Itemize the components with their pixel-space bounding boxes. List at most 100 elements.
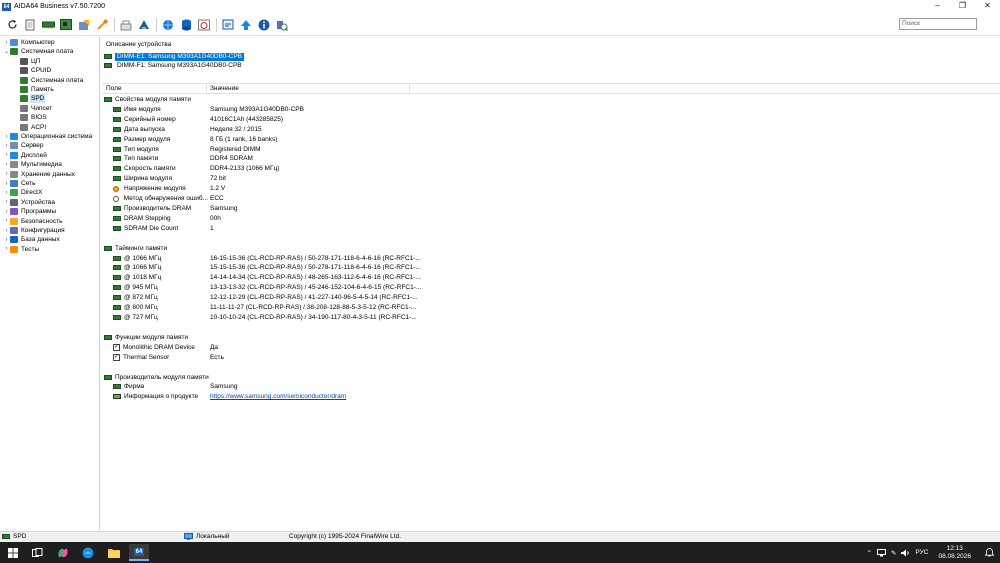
tree-item[interactable]: CPUID	[20, 66, 52, 75]
property-row[interactable]: @ 1018 МГц 14-14-14-34 (CL-RCD-RP-RAS) / …	[113, 273, 993, 282]
property-row[interactable]: Имя модуля Samsung M393A1G40DB0-CPB	[113, 105, 993, 114]
chevron-right-icon[interactable]: ›	[3, 181, 10, 187]
chevron-up-icon[interactable]: ⌃	[867, 549, 872, 557]
chevron-down-icon[interactable]: ⌄	[3, 48, 10, 55]
network-icon[interactable]	[161, 18, 175, 32]
device-item-dimm-e1[interactable]: DIMM-E1: Samsung M393A1G40DB0-CPB	[104, 52, 244, 61]
property-row[interactable]: @ 945 МГц 13-13-13-32 (CL-RCD-RP-RAS) / 4…	[113, 283, 993, 292]
pen-icon[interactable]: ✎	[891, 549, 896, 557]
motherboard-icon[interactable]	[59, 18, 73, 32]
property-row[interactable]: Тип памяти DDR4 SDRAM	[113, 154, 993, 163]
tree-item[interactable]: › Безопасность	[3, 217, 63, 226]
memory-icon[interactable]	[41, 18, 55, 32]
tree-item[interactable]: › База данных	[3, 235, 61, 244]
chevron-right-icon[interactable]: ›	[3, 237, 10, 243]
property-row[interactable]: Напряжение модуля 1.2 V	[113, 184, 993, 193]
chevron-right-icon[interactable]: ›	[3, 40, 10, 46]
property-row[interactable]: SDRAM Die Count 1	[113, 224, 993, 233]
product-info-link[interactable]: https://www.samsung.com/semiconductor/dr…	[210, 393, 346, 400]
tree-item[interactable]: › Сервер	[3, 141, 45, 150]
info-icon[interactable]	[257, 18, 271, 32]
property-row[interactable]: Тип модуля Registered DIMM	[113, 145, 993, 154]
benchmark-icon[interactable]	[197, 18, 211, 32]
tree-item[interactable]: › Программы	[3, 207, 57, 216]
search-input[interactable]: Поиск	[899, 18, 977, 30]
chevron-right-icon[interactable]: ›	[3, 171, 10, 177]
chevron-right-icon[interactable]: ›	[3, 209, 10, 215]
edge-icon[interactable]	[78, 544, 98, 561]
property-row[interactable]: DRAM Stepping 00h	[113, 214, 993, 223]
device-item-dimm-f1[interactable]: DIMM-F1: Samsung M393A1G40DB0-CPB	[104, 61, 244, 70]
tree-item[interactable]: › Операционная система	[3, 132, 93, 141]
property-row[interactable]: ✓ Thermal Sensor Есть	[113, 353, 993, 362]
chevron-right-icon[interactable]: ›	[3, 162, 10, 168]
tree-item[interactable]: ACPI	[20, 123, 47, 132]
start-icon[interactable]	[3, 544, 23, 561]
tree-item[interactable]: Системная плата	[20, 76, 84, 85]
tree-item[interactable]: BIOS	[20, 113, 48, 122]
tree-item[interactable]: › Компьютер	[3, 38, 56, 47]
tree-item[interactable]: Память	[20, 85, 55, 94]
copilot-icon[interactable]	[53, 544, 73, 561]
property-row[interactable]: @ 872 МГц 12-12-12-29 (CL-RCD-RP-RAS) / 4…	[113, 293, 993, 302]
chevron-right-icon[interactable]: ›	[3, 143, 10, 149]
notification-bell-icon[interactable]	[985, 548, 994, 557]
tree-item[interactable]: › Устройства	[3, 198, 56, 207]
cpu-icon[interactable]	[95, 18, 109, 32]
task-view-icon[interactable]	[27, 544, 47, 561]
close-button[interactable]: ✕	[975, 0, 1000, 13]
aida64-icon[interactable]: 64	[129, 544, 149, 561]
file-explorer-icon[interactable]	[104, 544, 124, 561]
help-icon[interactable]	[275, 18, 289, 32]
chevron-right-icon[interactable]: ›	[3, 152, 10, 158]
property-row[interactable]: @ 727 МГц 10-10-10-24 (CL-RCD-RP-RAS) / 3…	[113, 313, 993, 322]
tree-item[interactable]: ЦП	[20, 57, 41, 66]
property-row[interactable]: Серийный номер 41016C1Ah (443285825)	[113, 115, 993, 124]
user-icon[interactable]	[137, 18, 151, 32]
property-row[interactable]: Метод обнаружения ошиб... ECC	[113, 194, 993, 203]
database-icon[interactable]	[179, 18, 193, 32]
tree-item[interactable]: › Сеть	[3, 179, 36, 188]
chevron-right-icon[interactable]: ›	[3, 190, 10, 196]
refresh-icon[interactable]	[5, 18, 19, 32]
chevron-right-icon[interactable]: ›	[3, 218, 10, 224]
property-row[interactable]: Скорость памяти DDR4-2133 (1066 МГц)	[113, 164, 993, 173]
property-row[interactable]: @ 800 МГц 11-11-11-27 (CL-RCD-RP-RAS) / 3…	[113, 303, 993, 312]
favorites-icon[interactable]	[77, 18, 91, 32]
tree-item[interactable]: › Тесты	[3, 245, 40, 254]
tree-item[interactable]: › Дисплей	[3, 151, 48, 160]
column-divider[interactable]	[206, 84, 207, 94]
tree-item[interactable]: › Хранение данных	[3, 170, 76, 179]
chevron-right-icon[interactable]: ›	[3, 228, 10, 234]
property-row[interactable]: @ 1066 МГц 15-15-15-36 (CL-RCD-RP-RAS) / …	[113, 263, 993, 272]
volume-icon[interactable]	[901, 549, 910, 557]
wrench-icon[interactable]	[119, 18, 133, 32]
column-header-value[interactable]: Значение	[210, 85, 239, 92]
tree-item[interactable]: › Мультимедиа	[3, 160, 63, 169]
tree-item[interactable]: › Конфигурация	[3, 226, 66, 235]
export-icon[interactable]	[239, 18, 253, 32]
chevron-right-icon[interactable]: ›	[3, 246, 10, 252]
minimize-button[interactable]: –	[925, 0, 950, 13]
maximize-button[interactable]: ❐	[950, 0, 975, 13]
property-row[interactable]: Производитель DRAM Samsung	[113, 204, 993, 213]
column-divider[interactable]	[409, 84, 410, 94]
tree-item[interactable]: SPD	[20, 94, 46, 104]
property-row[interactable]: Размер модуля 8 ГБ (1 rank, 16 banks)	[113, 135, 993, 144]
property-row[interactable]: Фирма Samsung	[113, 382, 993, 391]
property-row[interactable]: ✓ Monolithic DRAM Device Да	[113, 343, 993, 352]
property-row[interactable]: Информация о продукте https://www.samsung…	[113, 392, 993, 401]
property-row[interactable]: @ 1066 МГц 16-15-15-36 (CL-RCD-RP-RAS) / …	[113, 254, 993, 263]
report-icon[interactable]	[23, 18, 37, 32]
network-icon[interactable]	[876, 548, 886, 557]
tree-item[interactable]: Чипсет	[20, 104, 53, 113]
report-wizard-icon[interactable]	[221, 18, 235, 32]
property-row[interactable]: Ширина модуля 72 bit	[113, 174, 993, 183]
chevron-right-icon[interactable]: ›	[3, 134, 10, 140]
clock[interactable]: 12:13 08.08.2026	[938, 545, 971, 561]
tree-item[interactable]: › DirectX	[3, 188, 43, 197]
tree-item[interactable]: ⌄ Системная плата	[3, 47, 74, 56]
property-row[interactable]: Дата выпуска Неделя 32 / 2015	[113, 125, 993, 134]
column-header-field[interactable]: Поле	[106, 85, 122, 92]
chevron-right-icon[interactable]: ›	[3, 199, 10, 205]
